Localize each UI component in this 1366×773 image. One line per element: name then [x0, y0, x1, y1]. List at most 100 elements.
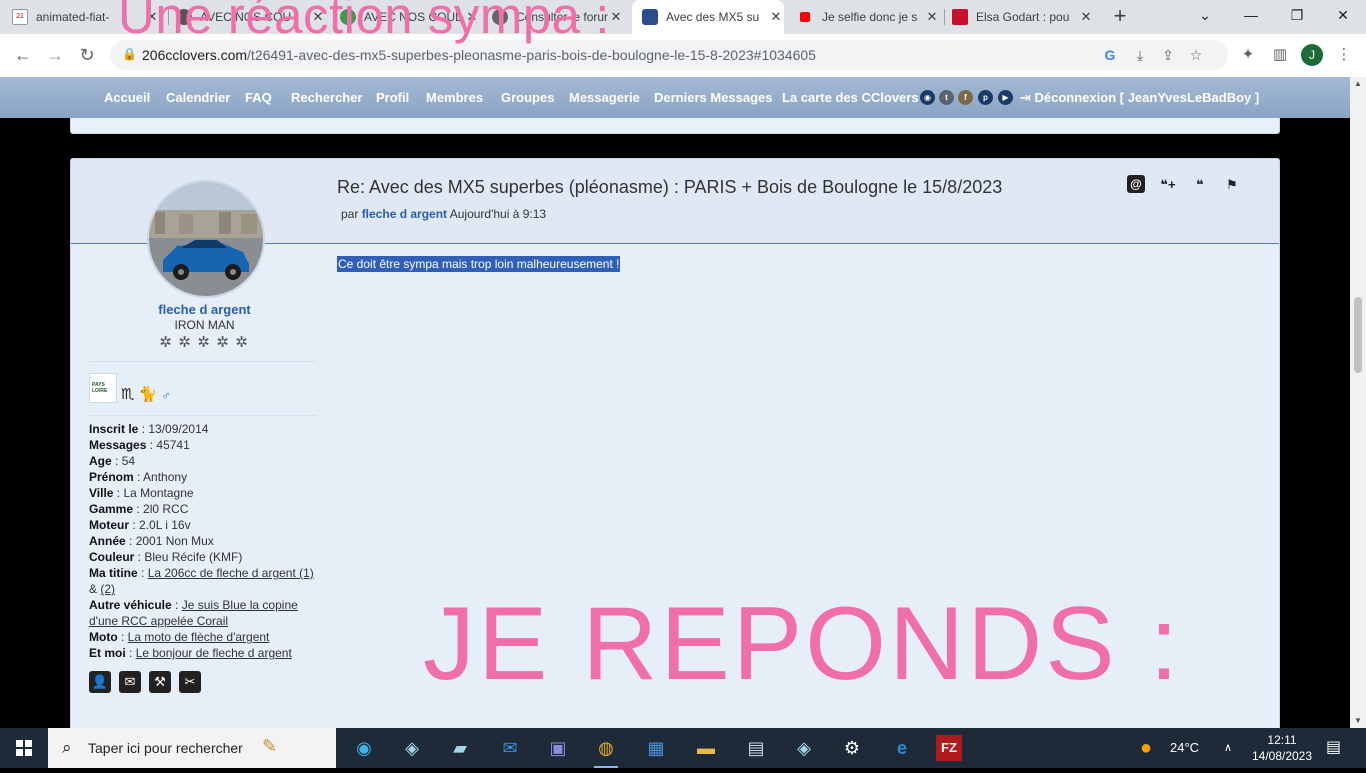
nav-messagerie[interactable]: Messagerie [569, 90, 640, 105]
menu-kebab-icon[interactable]: ⋮ [1332, 43, 1356, 67]
close-tab-icon[interactable]: ✕ [310, 9, 326, 25]
reload-icon[interactable]: ↻ [74, 42, 100, 68]
tools-icon[interactable]: ⚒ [149, 671, 171, 693]
profile-avatar[interactable]: J [1301, 44, 1323, 66]
url-path: /t26491-avec-des-mx5-superbes-pleonasme-… [247, 47, 816, 63]
titine-link-1[interactable]: La 206cc de fleche d argent (1) [148, 566, 314, 580]
app-window-icon[interactable]: ▣ [542, 732, 574, 764]
nav-profil[interactable]: Profil [376, 90, 409, 105]
titine-link-2[interactable]: (2) [100, 582, 115, 596]
meta-author-link[interactable]: fleche d argent [362, 207, 447, 221]
app-diamond-icon[interactable]: ◈ [396, 732, 428, 764]
multi-quote-icon[interactable]: ❝+ [1159, 175, 1177, 195]
nav-rechercher[interactable]: Rechercher [291, 90, 363, 105]
weather-temperature[interactable]: 24°C [1170, 728, 1199, 768]
field-label: Prénom [89, 470, 134, 484]
settings-gear-icon[interactable]: ⚙ [836, 732, 868, 764]
tab-3[interactable]: AVEC NOS COUL ✕ [340, 0, 480, 34]
avatar[interactable] [147, 180, 265, 298]
post-author-name[interactable]: fleche d argent [71, 302, 338, 317]
chrome-icon[interactable]: ◍ [590, 732, 622, 768]
tab-4[interactable]: Consulter le forum ✕ [492, 0, 624, 34]
share-icon[interactable]: ⇪ [1158, 45, 1178, 65]
nav-accueil[interactable]: Accueil [104, 90, 150, 105]
twitter-icon[interactable]: t [939, 90, 954, 105]
edge-icon[interactable]: ◉ [348, 732, 380, 764]
tab-6[interactable]: Je selfie donc je s ✕ [798, 0, 940, 34]
nav-logout[interactable]: ⇥ Déconnexion [ JeanYvesLeBadBoy ] [1020, 90, 1259, 106]
url-text[interactable]: 206cclovers.com/t26491-avec-des-mx5-supe… [142, 47, 816, 63]
tab-active[interactable]: Avec des MX5 su ✕ [632, 0, 784, 34]
back-arrow-icon[interactable]: ← [10, 42, 36, 68]
rank-star-icon: ✲ [178, 334, 191, 351]
divider [89, 361, 317, 362]
extensions-puzzle-icon[interactable]: ✦ [1236, 43, 1260, 67]
et-moi-link[interactable]: Le bonjour de fleche d argent [136, 646, 292, 660]
weather-sun-icon[interactable]: ● [1140, 728, 1152, 768]
google-lens-icon[interactable]: G [1100, 45, 1120, 65]
address-bar[interactable]: 🔒 206cclovers.com/t26491-avec-des-mx5-su… [110, 40, 1228, 70]
close-tab-icon[interactable]: ✕ [608, 9, 624, 25]
tab-title: animated-fiat- [36, 10, 110, 24]
scroll-thumb[interactable] [1354, 297, 1362, 373]
new-tab-icon[interactable]: + [1108, 4, 1132, 28]
scroll-up-icon[interactable]: ▲ [1350, 77, 1366, 91]
internet-explorer-icon[interactable]: e [886, 732, 918, 764]
field-label: Autre véhicule [89, 598, 172, 612]
close-tab-icon[interactable]: ✕ [464, 9, 480, 25]
search-icon: ⌕ [62, 738, 72, 757]
nav-faq[interactable]: FAQ [245, 90, 272, 105]
nav-groupes[interactable]: Groupes [501, 90, 554, 105]
bookmark-star-icon[interactable]: ☆ [1186, 45, 1206, 65]
taskbar-clock[interactable]: 12:11 14/08/2023 [1249, 732, 1315, 764]
close-window-icon[interactable]: ✕ [1320, 0, 1366, 30]
tab-2[interactable]: AVEC NOS COU ✕ [176, 0, 326, 34]
mention-icon[interactable]: @ [1127, 175, 1145, 193]
pinterest-icon[interactable]: p [978, 90, 993, 105]
profile-field: Ville : La Montagne [89, 486, 194, 500]
page-scrollbar[interactable]: ▲ ▼ [1350, 77, 1366, 728]
side-panel-icon[interactable]: ▥ [1268, 43, 1292, 67]
tab-search-chevron-icon[interactable]: ⌄ [1182, 0, 1228, 30]
notepad-icon[interactable]: ▰ [444, 732, 476, 764]
start-button[interactable] [0, 728, 48, 768]
spanner-icon[interactable]: ✂ [179, 671, 201, 693]
rss-icon[interactable]: ◉ [920, 90, 935, 105]
facebook-icon[interactable]: f [958, 90, 973, 105]
document-icon[interactable]: ▤ [740, 732, 772, 764]
report-flag-icon[interactable]: ⚑ [1223, 175, 1241, 195]
taskbar-search-box[interactable]: ⌕ Taper ici pour rechercher ✎ [48, 728, 336, 768]
install-app-icon[interactable]: ⤓ [1130, 45, 1150, 65]
close-tab-icon[interactable]: ✕ [924, 9, 940, 25]
minimize-icon[interactable]: — [1228, 0, 1274, 30]
file-explorer-icon[interactable]: ▬ [690, 732, 722, 764]
profile-fields: Inscrit le : 13/09/2014 Messages : 45741… [89, 421, 324, 661]
filezilla-icon[interactable]: FZ [936, 735, 962, 761]
tab-1[interactable]: 21 animated-fiat- ✕ [12, 0, 160, 34]
nav-membres[interactable]: Membres [426, 90, 483, 105]
youtube-icon[interactable]: ▶ [998, 90, 1013, 105]
close-tab-icon[interactable]: ✕ [1078, 9, 1094, 25]
app-diamond-icon-2[interactable]: ◈ [788, 732, 820, 764]
nav-carte-cclovers[interactable]: La carte des CClovers [782, 90, 919, 105]
notifications-icon[interactable]: ▤ [1326, 728, 1341, 768]
clock-time: 12:11 [1267, 733, 1297, 747]
mail-icon[interactable]: ✉ [494, 732, 526, 764]
post-title[interactable]: Re: Avec des MX5 superbes (pléonasme) : … [337, 177, 1002, 198]
restore-icon[interactable]: ❐ [1274, 0, 1320, 30]
scroll-down-icon[interactable]: ▼ [1350, 714, 1366, 728]
close-tab-icon[interactable]: ✕ [768, 9, 784, 25]
tab-separator [944, 9, 945, 25]
close-tab-icon[interactable]: ✕ [144, 9, 160, 25]
profile-person-icon[interactable]: 👤 [89, 671, 111, 693]
store-icon[interactable]: ▦ [640, 732, 672, 764]
moto-link[interactable]: La moto de flèche d'argent [128, 630, 270, 644]
quote-icon[interactable]: ❝ [1191, 175, 1209, 195]
nav-calendrier[interactable]: Calendrier [166, 90, 230, 105]
nav-derniers-messages[interactable]: Derniers Messages [654, 90, 773, 105]
private-message-icon[interactable]: ✉ [119, 671, 141, 693]
field-value: 2l0 RCC [143, 502, 189, 516]
forward-arrow-icon[interactable]: → [42, 42, 68, 68]
tray-chevron-icon[interactable]: ∧ [1224, 728, 1232, 768]
tab-7[interactable]: Elsa Godart : pou ✕ [952, 0, 1094, 34]
